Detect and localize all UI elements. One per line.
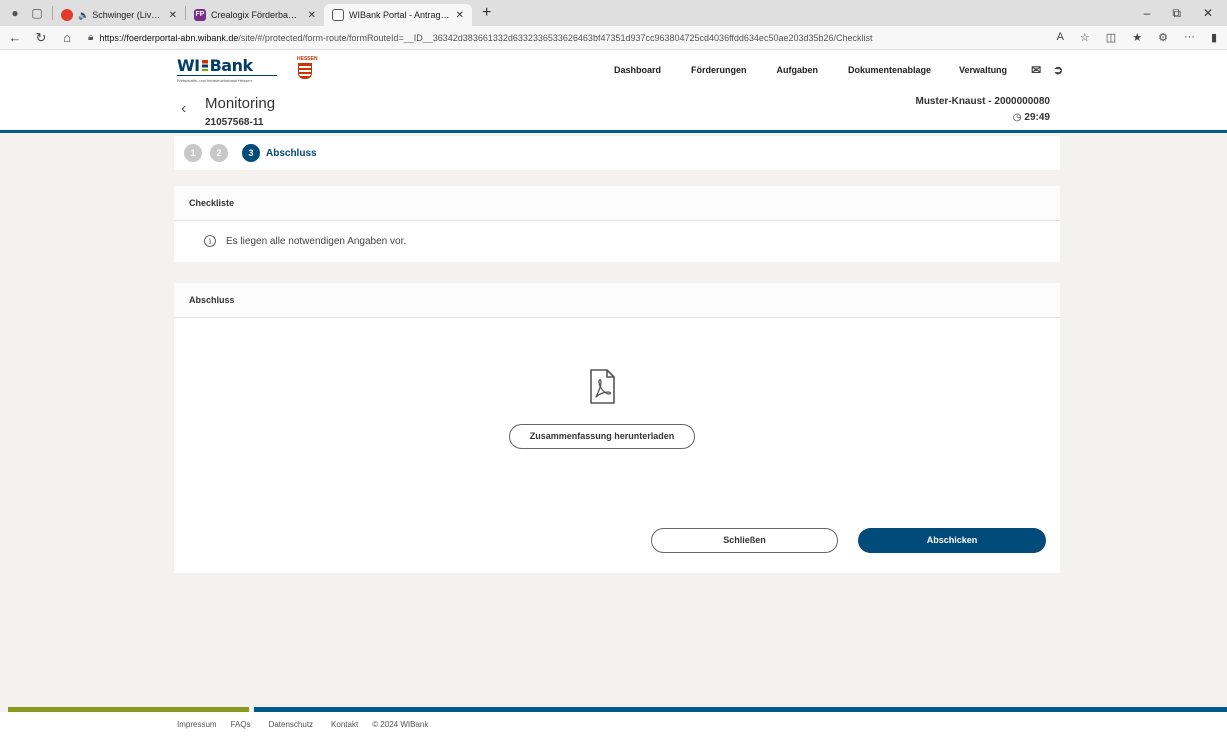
download-summary-button[interactable]: Zusammenfassung herunterladen bbox=[509, 424, 695, 449]
footer-link-datenschutz[interactable]: Datenschutz bbox=[269, 720, 313, 729]
page-title: Monitoring bbox=[205, 95, 276, 112]
tab-title: Crealogix Förderbanken Portal - bbox=[211, 10, 302, 20]
info-icon: i bbox=[204, 235, 216, 247]
logo-underline bbox=[177, 75, 277, 76]
hessen-logo: HESSEN bbox=[297, 56, 318, 79]
checklist-title: Checkliste bbox=[174, 186, 1060, 221]
profile-icon[interactable]: ● bbox=[8, 6, 22, 20]
nav-dokumentenablage[interactable]: Dokumentenablage bbox=[848, 65, 931, 75]
checklist-info-row: i Es liegen alle notwendigen Angaben vor… bbox=[174, 221, 1060, 261]
logo-bars-icon bbox=[201, 60, 208, 71]
submit-button[interactable]: Abschicken bbox=[858, 528, 1046, 553]
abschluss-card: Abschluss Zusammenfassung herunterladen … bbox=[174, 283, 1060, 573]
footer-link-faqs[interactable]: FAQs bbox=[231, 720, 251, 729]
window-controls: – ⧉ ✕ bbox=[1144, 6, 1227, 21]
logo-tagline: Wirtschafts- und Infrastrukturbank Hesse… bbox=[177, 78, 252, 83]
main-nav: Dashboard Förderungen Aufgaben Dokumente… bbox=[614, 63, 1075, 77]
sidebar-icon[interactable]: ▮ bbox=[1211, 31, 1217, 44]
close-window-icon[interactable]: ✕ bbox=[1203, 6, 1213, 21]
address-bar: ← ↻ ⌂ 🔒︎ https://foerderportal-abn.wiban… bbox=[0, 26, 1227, 50]
abschluss-title: Abschluss bbox=[174, 283, 1060, 318]
new-tab-icon[interactable]: + bbox=[482, 4, 491, 22]
app-header: WI Bank Wirtschafts- und Infrastrukturban… bbox=[0, 50, 1227, 133]
read-aloud-icon[interactable]: A bbox=[1057, 31, 1064, 44]
browser-tabstrip: ● ▢ 🔈 Schwinger (Live Berlin Wuhl ✕ FP C… bbox=[0, 0, 1227, 26]
close-button[interactable]: Schließen bbox=[651, 528, 838, 553]
speaker-icon[interactable]: 🔈 bbox=[78, 10, 89, 21]
wibank-logo[interactable]: WI Bank Wirtschafts- und Infrastrukturban… bbox=[177, 56, 318, 86]
portal-favicon-icon: FP bbox=[194, 9, 206, 21]
session-timer: ◷ 29:49 bbox=[1013, 112, 1050, 123]
progress-stepper: 1 2 3 Abschluss bbox=[174, 136, 1060, 170]
hessen-text: HESSEN bbox=[297, 56, 318, 62]
tab-actions-icon[interactable]: ▢ bbox=[30, 6, 44, 20]
close-icon[interactable]: ✕ bbox=[308, 10, 316, 21]
checklist-info-text: Es liegen alle notwendigen Angaben vor. bbox=[226, 235, 407, 247]
close-icon[interactable]: ✕ bbox=[169, 10, 177, 21]
back-arrow-icon[interactable]: ← bbox=[4, 30, 26, 45]
logo-wordmark: WI Bank bbox=[177, 56, 312, 75]
nav-verwaltung[interactable]: Verwaltung bbox=[959, 65, 1007, 75]
nav-dashboard[interactable]: Dashboard bbox=[614, 65, 661, 75]
favorites-icon[interactable]: ★ bbox=[1132, 31, 1142, 44]
nav-aufgaben[interactable]: Aufgaben bbox=[777, 65, 819, 75]
home-icon[interactable]: ⌂ bbox=[56, 30, 78, 45]
tab-title: WIBank Portal - Antragsstrecke - bbox=[349, 10, 450, 20]
logout-icon[interactable]: ➲ bbox=[1053, 63, 1063, 77]
step-3[interactable]: 3 bbox=[242, 144, 260, 162]
footer-copyright: © 2024 WIBank bbox=[372, 720, 429, 729]
account-label: Muster-Knaust - 2000000080 bbox=[915, 96, 1050, 107]
step-1[interactable]: 1 bbox=[184, 144, 202, 162]
step-active-label: Abschluss bbox=[266, 147, 317, 159]
timer-value: 29:49 bbox=[1024, 112, 1050, 123]
browser-tab-crealogix[interactable]: FP Crealogix Förderbanken Portal - ✕ bbox=[186, 4, 324, 26]
clock-icon: ◷ bbox=[1012, 112, 1022, 123]
mail-icon[interactable]: ✉ bbox=[1031, 63, 1041, 77]
url-path: /site/#/protected/form-route/formRouteId… bbox=[238, 32, 873, 43]
footer: Impressum FAQs Datenschutz Kontakt © 202… bbox=[0, 712, 1227, 740]
logo-text: WI bbox=[177, 56, 200, 75]
split-screen-icon[interactable]: ◫ bbox=[1106, 31, 1116, 44]
checklist-card: Checkliste i Es liegen alle notwendigen … bbox=[174, 186, 1060, 262]
more-icon[interactable]: ··· bbox=[1184, 31, 1195, 44]
url-host: https://foerderportal-abn.wibank.de bbox=[99, 32, 239, 43]
page-subtitle: 21057568-11 bbox=[205, 117, 264, 128]
close-icon[interactable]: ✕ bbox=[456, 10, 464, 21]
page-favicon-icon bbox=[332, 9, 344, 21]
footer-link-kontakt[interactable]: Kontakt bbox=[331, 720, 358, 729]
pdf-file-icon bbox=[590, 369, 615, 404]
browser-tab-wibank[interactable]: WIBank Portal - Antragsstrecke - ✕ bbox=[324, 4, 472, 26]
restore-icon[interactable]: ⧉ bbox=[1172, 6, 1181, 21]
browser-toolbar: A ☆ ◫ ★ ⚙ ··· ▮ bbox=[1057, 31, 1227, 44]
logo-text-2: Bank bbox=[209, 56, 254, 75]
footer-link-impressum[interactable]: Impressum bbox=[177, 720, 217, 729]
back-chevron-icon[interactable]: ‹ bbox=[181, 100, 186, 118]
url-input[interactable]: 🔒︎ https://foerderportal-abn.wibank.de /… bbox=[88, 28, 1018, 48]
favorite-star-icon[interactable]: ☆ bbox=[1080, 31, 1090, 44]
record-icon bbox=[61, 9, 73, 21]
tab-title: Schwinger (Live Berlin Wuhl bbox=[92, 10, 162, 20]
browser-tab-schwinger[interactable]: 🔈 Schwinger (Live Berlin Wuhl ✕ bbox=[53, 4, 185, 26]
minimize-icon[interactable]: – bbox=[1144, 6, 1151, 21]
lock-icon: 🔒︎ bbox=[88, 32, 94, 43]
extensions-icon[interactable]: ⚙ bbox=[1158, 31, 1168, 44]
step-2[interactable]: 2 bbox=[210, 144, 228, 162]
footer-links: Impressum FAQs Datenschutz Kontakt © 202… bbox=[177, 720, 428, 729]
nav-foerderungen[interactable]: Förderungen bbox=[691, 65, 747, 75]
refresh-icon[interactable]: ↻ bbox=[30, 30, 52, 46]
hessen-shield-icon bbox=[298, 63, 312, 79]
